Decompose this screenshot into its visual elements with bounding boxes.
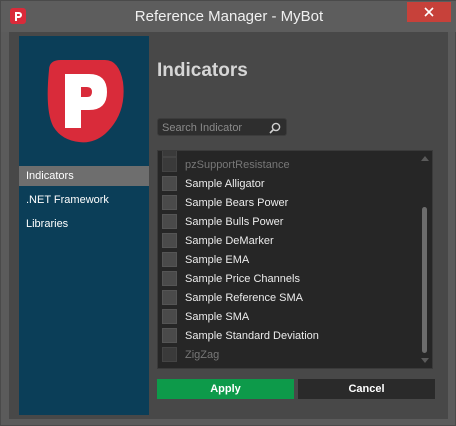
list-item[interactable]: ZigZag	[158, 345, 416, 364]
reference-manager-window: Reference Manager - MyBot Indicators .NE…	[0, 0, 456, 426]
checkbox[interactable]	[162, 271, 177, 286]
scroll-up-icon[interactable]	[421, 154, 429, 162]
scroll-down-icon[interactable]	[421, 357, 429, 365]
checkbox[interactable]	[162, 233, 177, 248]
list-item-label: Sample Alligator	[185, 177, 265, 190]
client-area: Indicators .NET Framework Libraries Indi…	[9, 32, 448, 419]
page-title: Indicators	[157, 60, 248, 81]
list-item-label: Sample Price Channels	[185, 272, 300, 285]
window-title: Reference Manager - MyBot	[134, 8, 324, 25]
search-icon[interactable]	[268, 121, 282, 135]
list-item[interactable]: Sample Bulls Power	[158, 212, 416, 231]
sidebar: Indicators .NET Framework Libraries	[19, 36, 149, 415]
list-item-label: pzSupportResistance	[185, 158, 290, 171]
checkbox[interactable]	[162, 195, 177, 210]
list-item[interactable]: Sample Reference SMA	[158, 288, 416, 307]
apply-button[interactable]: Apply	[157, 379, 294, 399]
search-box	[157, 118, 287, 136]
list-item[interactable]: Sample Alligator	[158, 174, 416, 193]
scrollbar[interactable]	[418, 151, 432, 368]
list-item-label: ZigZag	[185, 348, 220, 361]
list-item-label: Sample Bears Power	[185, 196, 289, 209]
cancel-button[interactable]: Cancel	[298, 379, 435, 399]
sidebar-item-net-framework[interactable]: .NET Framework	[19, 190, 149, 210]
sidebar-item-libraries[interactable]: Libraries	[19, 214, 149, 234]
list-item[interactable]: Sample Bears Power	[158, 193, 416, 212]
checkbox[interactable]	[162, 290, 177, 305]
list-item-label: Sample Bulls Power	[185, 215, 284, 228]
search-input[interactable]	[162, 120, 262, 135]
list-item-label: Sample Standard Deviation	[185, 329, 319, 342]
ctrader-logo-icon	[47, 60, 124, 143]
list-item[interactable]: Sample DeMarker	[158, 231, 416, 250]
list-item-label: Sample DeMarker	[185, 234, 274, 247]
list-item-label: Sample Reference SMA	[185, 291, 303, 304]
list-item[interactable]: Sample Standard Deviation	[158, 326, 416, 345]
sidebar-item-indicators[interactable]: Indicators	[19, 166, 149, 186]
title-bar: Reference Manager - MyBot	[1, 1, 456, 32]
list-item[interactable]: pzSupportResistance	[158, 155, 416, 174]
checkbox[interactable]	[162, 347, 177, 362]
list-item[interactable]: Sample SMA	[158, 307, 416, 326]
checkbox[interactable]	[162, 309, 177, 324]
checkbox[interactable]	[162, 214, 177, 229]
list-item[interactable]: Sample Price Channels	[158, 269, 416, 288]
checkbox[interactable]	[162, 157, 177, 172]
list-item-label: Sample EMA	[185, 253, 250, 266]
list-item[interactable]: Sample EMA	[158, 250, 416, 269]
close-icon	[424, 7, 434, 17]
checkbox[interactable]	[162, 328, 177, 343]
indicator-list: pzSupportResistance Sample Alligator Sam…	[157, 150, 433, 369]
close-button[interactable]	[407, 2, 451, 22]
scroll-thumb[interactable]	[422, 207, 427, 353]
checkbox[interactable]	[162, 252, 177, 267]
checkbox[interactable]	[162, 176, 177, 191]
list-item-label: Sample SMA	[185, 310, 250, 323]
